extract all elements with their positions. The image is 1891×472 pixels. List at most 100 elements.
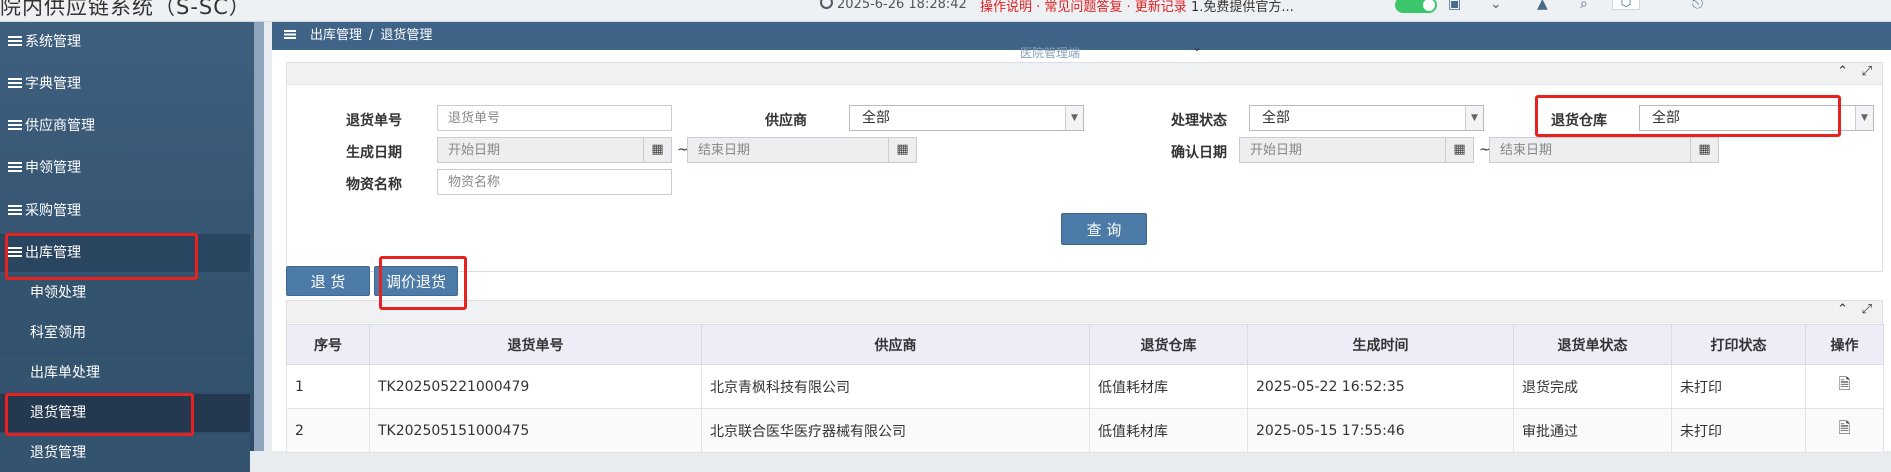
query-button[interactable]: 查 询 [1061, 213, 1147, 245]
column-header: 打印状态 [1671, 324, 1806, 365]
cell-status: 退货完成 [1513, 364, 1672, 409]
cell-return-no: TK202505151000475 [369, 408, 702, 453]
sidebar-item-supplier[interactable]: 供应商管理 [0, 107, 250, 145]
theme-toggle[interactable] [1395, 0, 1437, 13]
chevron-down-icon: ▼ [1855, 106, 1873, 130]
confirm-date-start[interactable]: ▦ [1239, 137, 1474, 163]
breadcrumb-parent[interactable]: 出库管理 [310, 28, 362, 43]
sidebar-item-system[interactable]: 系统管理 [0, 23, 250, 61]
expand-icon[interactable]: ⤢ [1862, 302, 1872, 317]
list-icon [8, 162, 22, 173]
logout-icon[interactable]: ⎋ [1692, 0, 1703, 12]
sidebar-subitem-cut-off[interactable]: 退货管理 [0, 434, 250, 472]
table-panel-header: ⌃ ⤢ [287, 301, 1882, 323]
process-status-select[interactable]: 全部 ▼ [1249, 105, 1484, 131]
main-content: 出库管理/退货管理 医院管理端 ⌄ ⌃ ⤢ 退货单号 供应商 全部▼ 处理状态 … [272, 22, 1891, 453]
column-header: 生成时间 [1247, 324, 1514, 365]
cell-created: 2025-05-22 16:52:35 [1247, 364, 1514, 409]
sidebar-item-purchase[interactable]: 采购管理 [0, 192, 250, 230]
sidebar-subitem-department-use[interactable]: 科室领用 [0, 314, 250, 352]
cell-warehouse: 低值耗材库 [1089, 364, 1248, 409]
sidebar-scrollbar[interactable] [254, 22, 264, 451]
clipped-dropdown-text: 医院管理端 [1020, 46, 1081, 60]
breadcrumb: 出库管理 / 退货管理 [272, 22, 1891, 50]
top-bar: 院内供应链系统（S-SC） 2025-6-26 18:28:42 操作说明 · … [0, 0, 1891, 22]
cell-print-status: 未打印 [1671, 364, 1806, 409]
cell-index: 2 [286, 408, 370, 453]
cell-actions: 🗎 [1805, 364, 1884, 409]
cell-print-status: 未打印 [1671, 408, 1806, 453]
calendar-icon[interactable]: ▦ [888, 138, 916, 162]
notice-tail: 1.免费提供官方... [1190, 0, 1294, 15]
return-button[interactable]: 退 货 [286, 266, 370, 296]
collapse-icon[interactable]: ⌃ [1837, 64, 1848, 79]
column-header: 退货单号 [369, 324, 702, 365]
cell-status: 审批通过 [1513, 408, 1672, 453]
cell-supplier: 北京青枫科技有限公司 [701, 364, 1090, 409]
document-icon[interactable]: 🗎 [1838, 375, 1850, 393]
confirm-date-label: 确认日期 [1171, 145, 1227, 161]
app-title: 院内供应链系统（S-SC） [0, 0, 251, 19]
list-icon [8, 36, 22, 47]
notice-links[interactable]: 操作说明 · 常见问题答复 · 更新记录 1.免费提供官方... [980, 0, 1294, 15]
expand-icon[interactable]: ⤢ [1862, 64, 1872, 79]
list-icon [8, 120, 22, 131]
table-header-row: 序号 退货单号 供应商 退货仓库 生成时间 退货单状态 打印状态 操作 [286, 324, 1884, 365]
sidebar-item-requisition[interactable]: 申领管理 [0, 149, 250, 187]
table-panel: ⌃ ⤢ [286, 300, 1883, 324]
cell-supplier: 北京联合医华医疗器械有限公司 [701, 408, 1090, 453]
table-row[interactable]: 2 TK202505151000475 北京联合医华医疗器械有限公司 低值耗材库… [286, 408, 1884, 453]
supplier-select[interactable]: 全部 ▼ [849, 105, 1084, 131]
create-date-label: 生成日期 [346, 145, 402, 161]
cell-actions: 🗎 [1805, 408, 1884, 453]
clock-icon [820, 0, 833, 9]
chevron-down-icon[interactable]: ⌄ [1490, 0, 1502, 12]
return-no-label: 退货单号 [346, 113, 402, 129]
table-row[interactable]: 1 TK202505221000479 北京青枫科技有限公司 低值耗材库 202… [286, 364, 1884, 409]
column-header: 退货单状态 [1513, 324, 1672, 365]
cell-created: 2025-05-15 17:55:46 [1247, 408, 1514, 453]
confirm-date-end[interactable]: ▦ [1489, 137, 1719, 163]
create-date-start-input[interactable] [437, 137, 672, 163]
menu-toggle-icon[interactable] [284, 30, 296, 39]
search-icon[interactable]: ⌕ [1580, 0, 1588, 12]
calendar-icon[interactable]: ▦ [643, 138, 671, 162]
return-no-input[interactable] [437, 105, 672, 131]
confirm-date-start-input[interactable] [1239, 137, 1474, 163]
clock: 2025-6-26 18:28:42 [820, 0, 967, 12]
breadcrumb-current: 退货管理 [380, 28, 433, 43]
confirm-date-end-input[interactable] [1489, 137, 1719, 163]
clock-text: 2025-6-26 18:28:42 [837, 0, 967, 12]
filter-panel: ⌃ ⤢ 退货单号 供应商 全部▼ 处理状态 全部▼ 退货仓库 全部▼ 生成日期 … [286, 62, 1883, 272]
create-date-start[interactable]: ▦ [437, 137, 672, 163]
column-header: 操作 [1805, 324, 1884, 365]
collapse-icon[interactable]: ⌃ [1837, 302, 1848, 317]
sidebar-subitem-outbound-order[interactable]: 出库单处理 [0, 354, 250, 392]
highlight-return-management [5, 393, 194, 436]
create-date-end[interactable]: ▦ [687, 137, 917, 163]
document-icon[interactable]: 🗎 [1838, 419, 1850, 437]
column-header: 序号 [286, 324, 370, 365]
create-date-end-input[interactable] [687, 137, 917, 163]
highlight-price-adjust-return [379, 256, 467, 310]
notice-text[interactable]: 操作说明 · 常见问题答复 · 更新记录 [980, 0, 1187, 15]
column-header: 退货仓库 [1089, 324, 1248, 365]
column-header: 供应商 [701, 324, 1090, 365]
material-name-input[interactable] [437, 169, 672, 195]
supplier-label: 供应商 [765, 113, 807, 129]
cell-index: 1 [286, 364, 370, 409]
calendar-icon[interactable]: ▦ [1690, 138, 1718, 162]
calendar-icon[interactable]: ▦ [1445, 138, 1473, 162]
sidebar-item-dictionary[interactable]: 字典管理 [0, 65, 250, 103]
bell-icon[interactable]: ▲ [1537, 0, 1548, 12]
cell-warehouse: 低值耗材库 [1089, 408, 1248, 453]
help-icon[interactable]: ⬡ [1612, 0, 1640, 10]
list-icon [8, 78, 22, 89]
monitor-icon[interactable]: ▣ [1448, 0, 1461, 12]
highlight-return-warehouse [1535, 95, 1841, 137]
return-table: 序号 退货单号 供应商 退货仓库 生成时间 退货单状态 打印状态 操作 1 TK… [286, 324, 1884, 453]
filter-panel-header: ⌃ ⤢ [287, 63, 1882, 85]
highlight-outbound-menu [5, 233, 198, 280]
chevron-down-icon: ▼ [1465, 106, 1483, 130]
cell-return-no: TK202505221000479 [369, 364, 702, 409]
